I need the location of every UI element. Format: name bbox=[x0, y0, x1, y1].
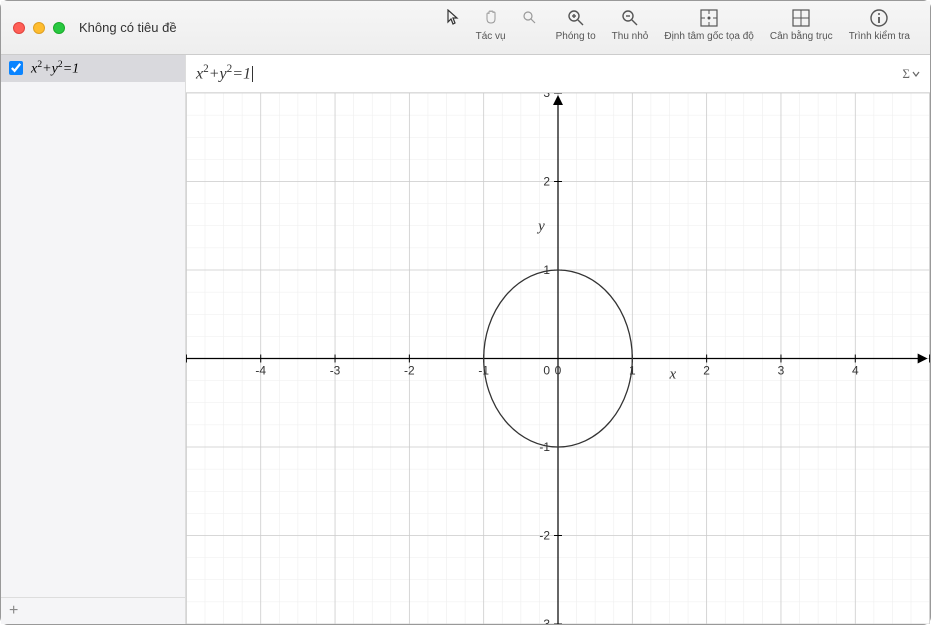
zoom-out-button[interactable]: Thu nhỏ bbox=[604, 5, 657, 51]
sidebar: x2+y2=1 + bbox=[1, 55, 186, 624]
chevron-down-icon bbox=[912, 70, 920, 78]
equation-visibility-checkbox[interactable] bbox=[9, 61, 23, 75]
info-icon bbox=[868, 7, 890, 29]
minimize-icon[interactable] bbox=[33, 22, 45, 34]
svg-text:0: 0 bbox=[543, 363, 550, 377]
center-origin-label: Định tâm gốc tọa độ bbox=[664, 31, 754, 42]
fullscreen-icon[interactable] bbox=[53, 22, 65, 34]
svg-text:-2: -2 bbox=[539, 528, 550, 542]
graph-canvas: -4-3-2-101234-3-2-11230xy bbox=[186, 93, 930, 624]
svg-text:-4: -4 bbox=[255, 363, 266, 377]
inspector-button[interactable]: Trình kiểm tra bbox=[841, 5, 918, 51]
sigma-menu-button[interactable]: Σ bbox=[902, 66, 920, 82]
zoom-out-label: Thu nhỏ bbox=[612, 31, 649, 42]
toolbar: Tác vụ Phóng to Thu nhỏ Định tâm gốc tọa… bbox=[434, 1, 918, 54]
svg-text:x: x bbox=[668, 366, 676, 382]
titlebar: Không có tiêu đề bbox=[1, 1, 930, 55]
zoom-in-button[interactable]: Phóng to bbox=[548, 5, 604, 51]
zoom-in-label: Phóng to bbox=[556, 31, 596, 42]
pointer-tool-button[interactable] bbox=[434, 5, 472, 29]
svg-text:2: 2 bbox=[703, 363, 710, 377]
window-controls bbox=[13, 22, 65, 34]
add-equation-button[interactable]: + bbox=[1, 597, 185, 624]
center-origin-button[interactable]: Định tâm gốc tọa độ bbox=[656, 5, 762, 51]
svg-text:y: y bbox=[536, 219, 545, 235]
svg-text:0: 0 bbox=[555, 363, 562, 377]
equalize-axes-icon bbox=[790, 7, 812, 29]
pointer-icon bbox=[442, 7, 464, 27]
svg-text:3: 3 bbox=[543, 93, 550, 100]
equation-text: x2+y2=1 bbox=[31, 59, 79, 78]
svg-text:-2: -2 bbox=[404, 363, 415, 377]
sigma-icon: Σ bbox=[902, 66, 910, 82]
formula-bar[interactable]: x2+y2=1 Σ bbox=[186, 55, 930, 93]
equalize-axes-button[interactable]: Cân bằng trục bbox=[762, 5, 841, 51]
svg-text:-1: -1 bbox=[539, 440, 550, 454]
hand-tool-button[interactable] bbox=[472, 5, 510, 29]
svg-text:-3: -3 bbox=[539, 617, 550, 624]
svg-text:2: 2 bbox=[543, 174, 550, 188]
window-title: Không có tiêu đề bbox=[79, 20, 177, 35]
hand-icon bbox=[480, 7, 502, 27]
zoom-out-icon bbox=[619, 7, 641, 29]
svg-text:4: 4 bbox=[852, 363, 859, 377]
actions-label: Tác vụ bbox=[476, 31, 506, 42]
zoom-select-tool-button[interactable] bbox=[510, 5, 548, 29]
svg-text:3: 3 bbox=[778, 363, 785, 377]
magnifier-icon bbox=[518, 7, 540, 27]
close-icon[interactable] bbox=[13, 22, 25, 34]
equalize-axes-label: Cân bằng trục bbox=[770, 31, 833, 42]
svg-text:-3: -3 bbox=[330, 363, 341, 377]
formula-text: x2+y2=1 bbox=[196, 63, 251, 83]
text-cursor bbox=[252, 66, 253, 82]
graph-area[interactable]: -4-3-2-101234-3-2-11230xy bbox=[186, 93, 930, 624]
zoom-in-icon bbox=[565, 7, 587, 29]
inspector-label: Trình kiểm tra bbox=[849, 31, 910, 42]
center-origin-icon bbox=[698, 7, 720, 29]
equation-list-item[interactable]: x2+y2=1 bbox=[1, 55, 185, 82]
plus-icon: + bbox=[9, 602, 18, 619]
